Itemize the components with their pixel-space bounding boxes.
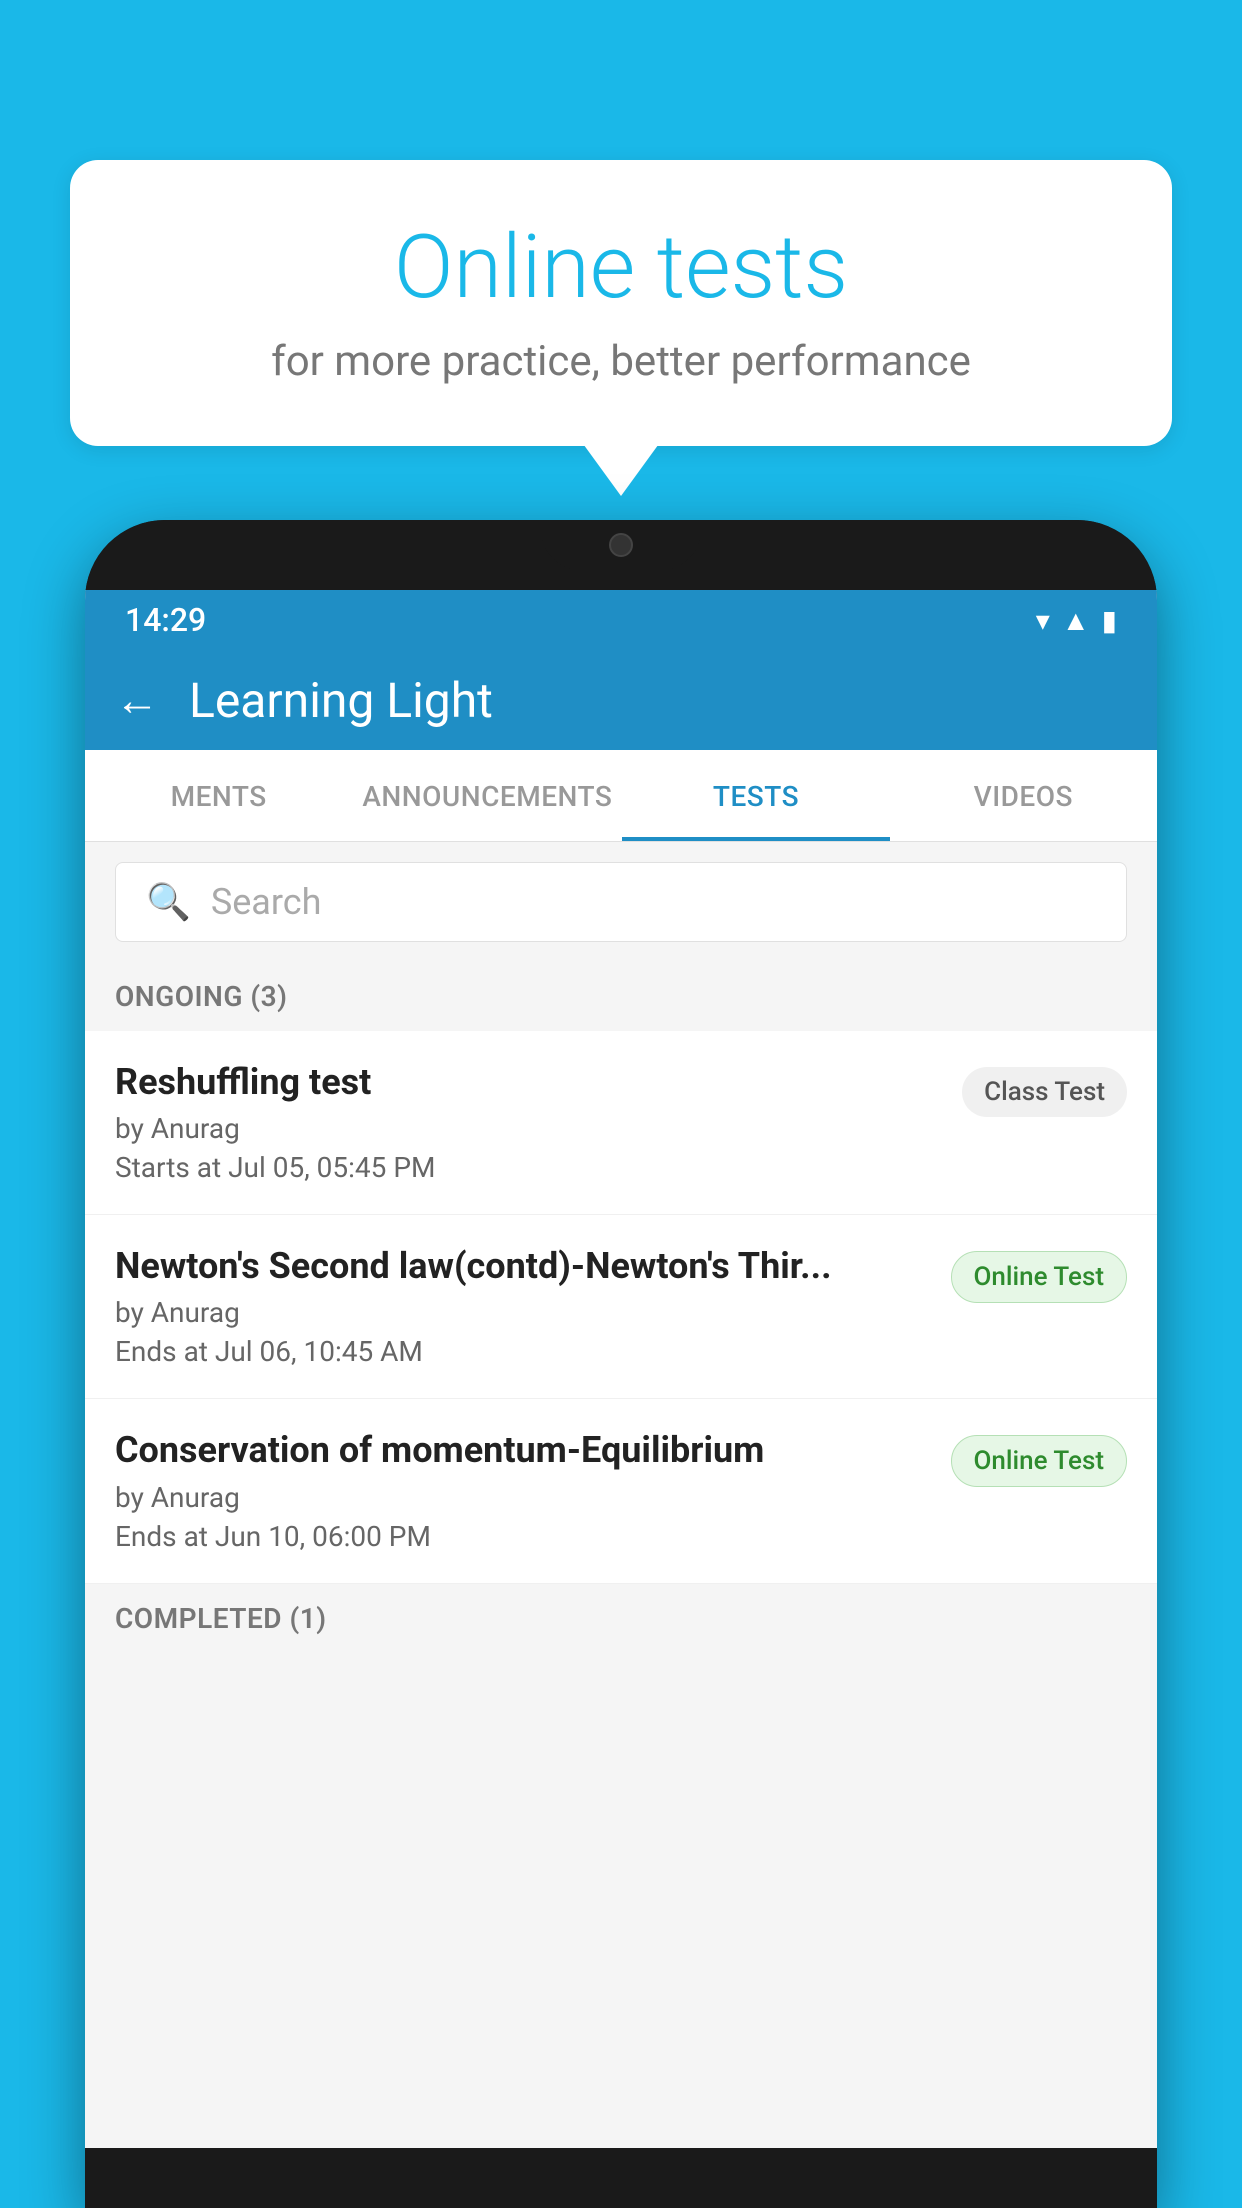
tab-announcements[interactable]: ANNOUNCEMENTS bbox=[352, 750, 622, 841]
test-item-2[interactable]: Newton's Second law(contd)-Newton's Thir… bbox=[85, 1215, 1157, 1399]
app-title: Learning Light bbox=[189, 672, 493, 729]
test-item-2-date: Ends at Jul 06, 10:45 AM bbox=[115, 1335, 931, 1368]
front-camera bbox=[609, 533, 633, 557]
test-list: Reshuffling test by Anurag Starts at Jul… bbox=[85, 1031, 1157, 1584]
tabs-bar: MENTS ANNOUNCEMENTS TESTS VIDEOS bbox=[85, 750, 1157, 842]
status-time: 14:29 bbox=[125, 601, 206, 639]
test-item-2-content: Newton's Second law(contd)-Newton's Thir… bbox=[115, 1245, 951, 1368]
signal-icon: ▲ bbox=[1062, 604, 1090, 637]
test-item-2-author: by Anurag bbox=[115, 1296, 931, 1329]
phone-top-bar bbox=[85, 520, 1157, 590]
test-item-3-date: Ends at Jun 10, 06:00 PM bbox=[115, 1520, 931, 1553]
test-item-3[interactable]: Conservation of momentum-Equilibrium by … bbox=[85, 1399, 1157, 1583]
phone-screen: 14:29 ▾ ▲ ▮ ← Learning Light MENTS bbox=[85, 590, 1157, 2148]
battery-icon: ▮ bbox=[1102, 604, 1117, 637]
test-item-3-title: Conservation of momentum-Equilibrium bbox=[115, 1429, 931, 1472]
test-item-1-badge: Class Test bbox=[962, 1067, 1127, 1117]
tab-videos[interactable]: VIDEOS bbox=[890, 750, 1157, 841]
promo-bubble: Online tests for more practice, better p… bbox=[70, 160, 1172, 446]
back-button[interactable]: ← bbox=[115, 674, 159, 726]
phone-device: 14:29 ▾ ▲ ▮ ← Learning Light MENTS bbox=[85, 520, 1157, 2208]
test-item-3-content: Conservation of momentum-Equilibrium by … bbox=[115, 1429, 951, 1552]
phone-notch bbox=[541, 520, 701, 570]
bubble-title: Online tests bbox=[150, 220, 1092, 317]
test-item-1-author: by Anurag bbox=[115, 1112, 942, 1145]
test-item-2-title: Newton's Second law(contd)-Newton's Thir… bbox=[115, 1245, 931, 1288]
search-container: 🔍 Search bbox=[85, 842, 1157, 962]
tab-assignments[interactable]: MENTS bbox=[85, 750, 352, 841]
bubble-subtitle: for more practice, better performance bbox=[150, 337, 1092, 386]
status-bar: 14:29 ▾ ▲ ▮ bbox=[85, 590, 1157, 650]
tab-tests[interactable]: TESTS bbox=[622, 750, 889, 841]
search-bar[interactable]: 🔍 Search bbox=[115, 862, 1127, 942]
search-placeholder: Search bbox=[211, 881, 322, 923]
search-icon: 🔍 bbox=[146, 881, 191, 923]
test-item-2-badge: Online Test bbox=[951, 1251, 1128, 1303]
test-item-1-date: Starts at Jul 05, 05:45 PM bbox=[115, 1151, 942, 1184]
test-item-1[interactable]: Reshuffling test by Anurag Starts at Jul… bbox=[85, 1031, 1157, 1215]
test-item-3-author: by Anurag bbox=[115, 1481, 931, 1514]
bubble-card: Online tests for more practice, better p… bbox=[70, 160, 1172, 446]
status-icons: ▾ ▲ ▮ bbox=[1036, 604, 1117, 637]
app-header: ← Learning Light bbox=[85, 650, 1157, 750]
completed-section-header: COMPLETED (1) bbox=[85, 1584, 1157, 1653]
test-item-3-badge: Online Test bbox=[951, 1435, 1128, 1487]
ongoing-section-header: ONGOING (3) bbox=[85, 962, 1157, 1031]
test-item-1-title: Reshuffling test bbox=[115, 1061, 942, 1104]
phone-frame: 14:29 ▾ ▲ ▮ ← Learning Light MENTS bbox=[85, 520, 1157, 2208]
test-item-1-content: Reshuffling test by Anurag Starts at Jul… bbox=[115, 1061, 962, 1184]
wifi-icon: ▾ bbox=[1036, 604, 1050, 637]
